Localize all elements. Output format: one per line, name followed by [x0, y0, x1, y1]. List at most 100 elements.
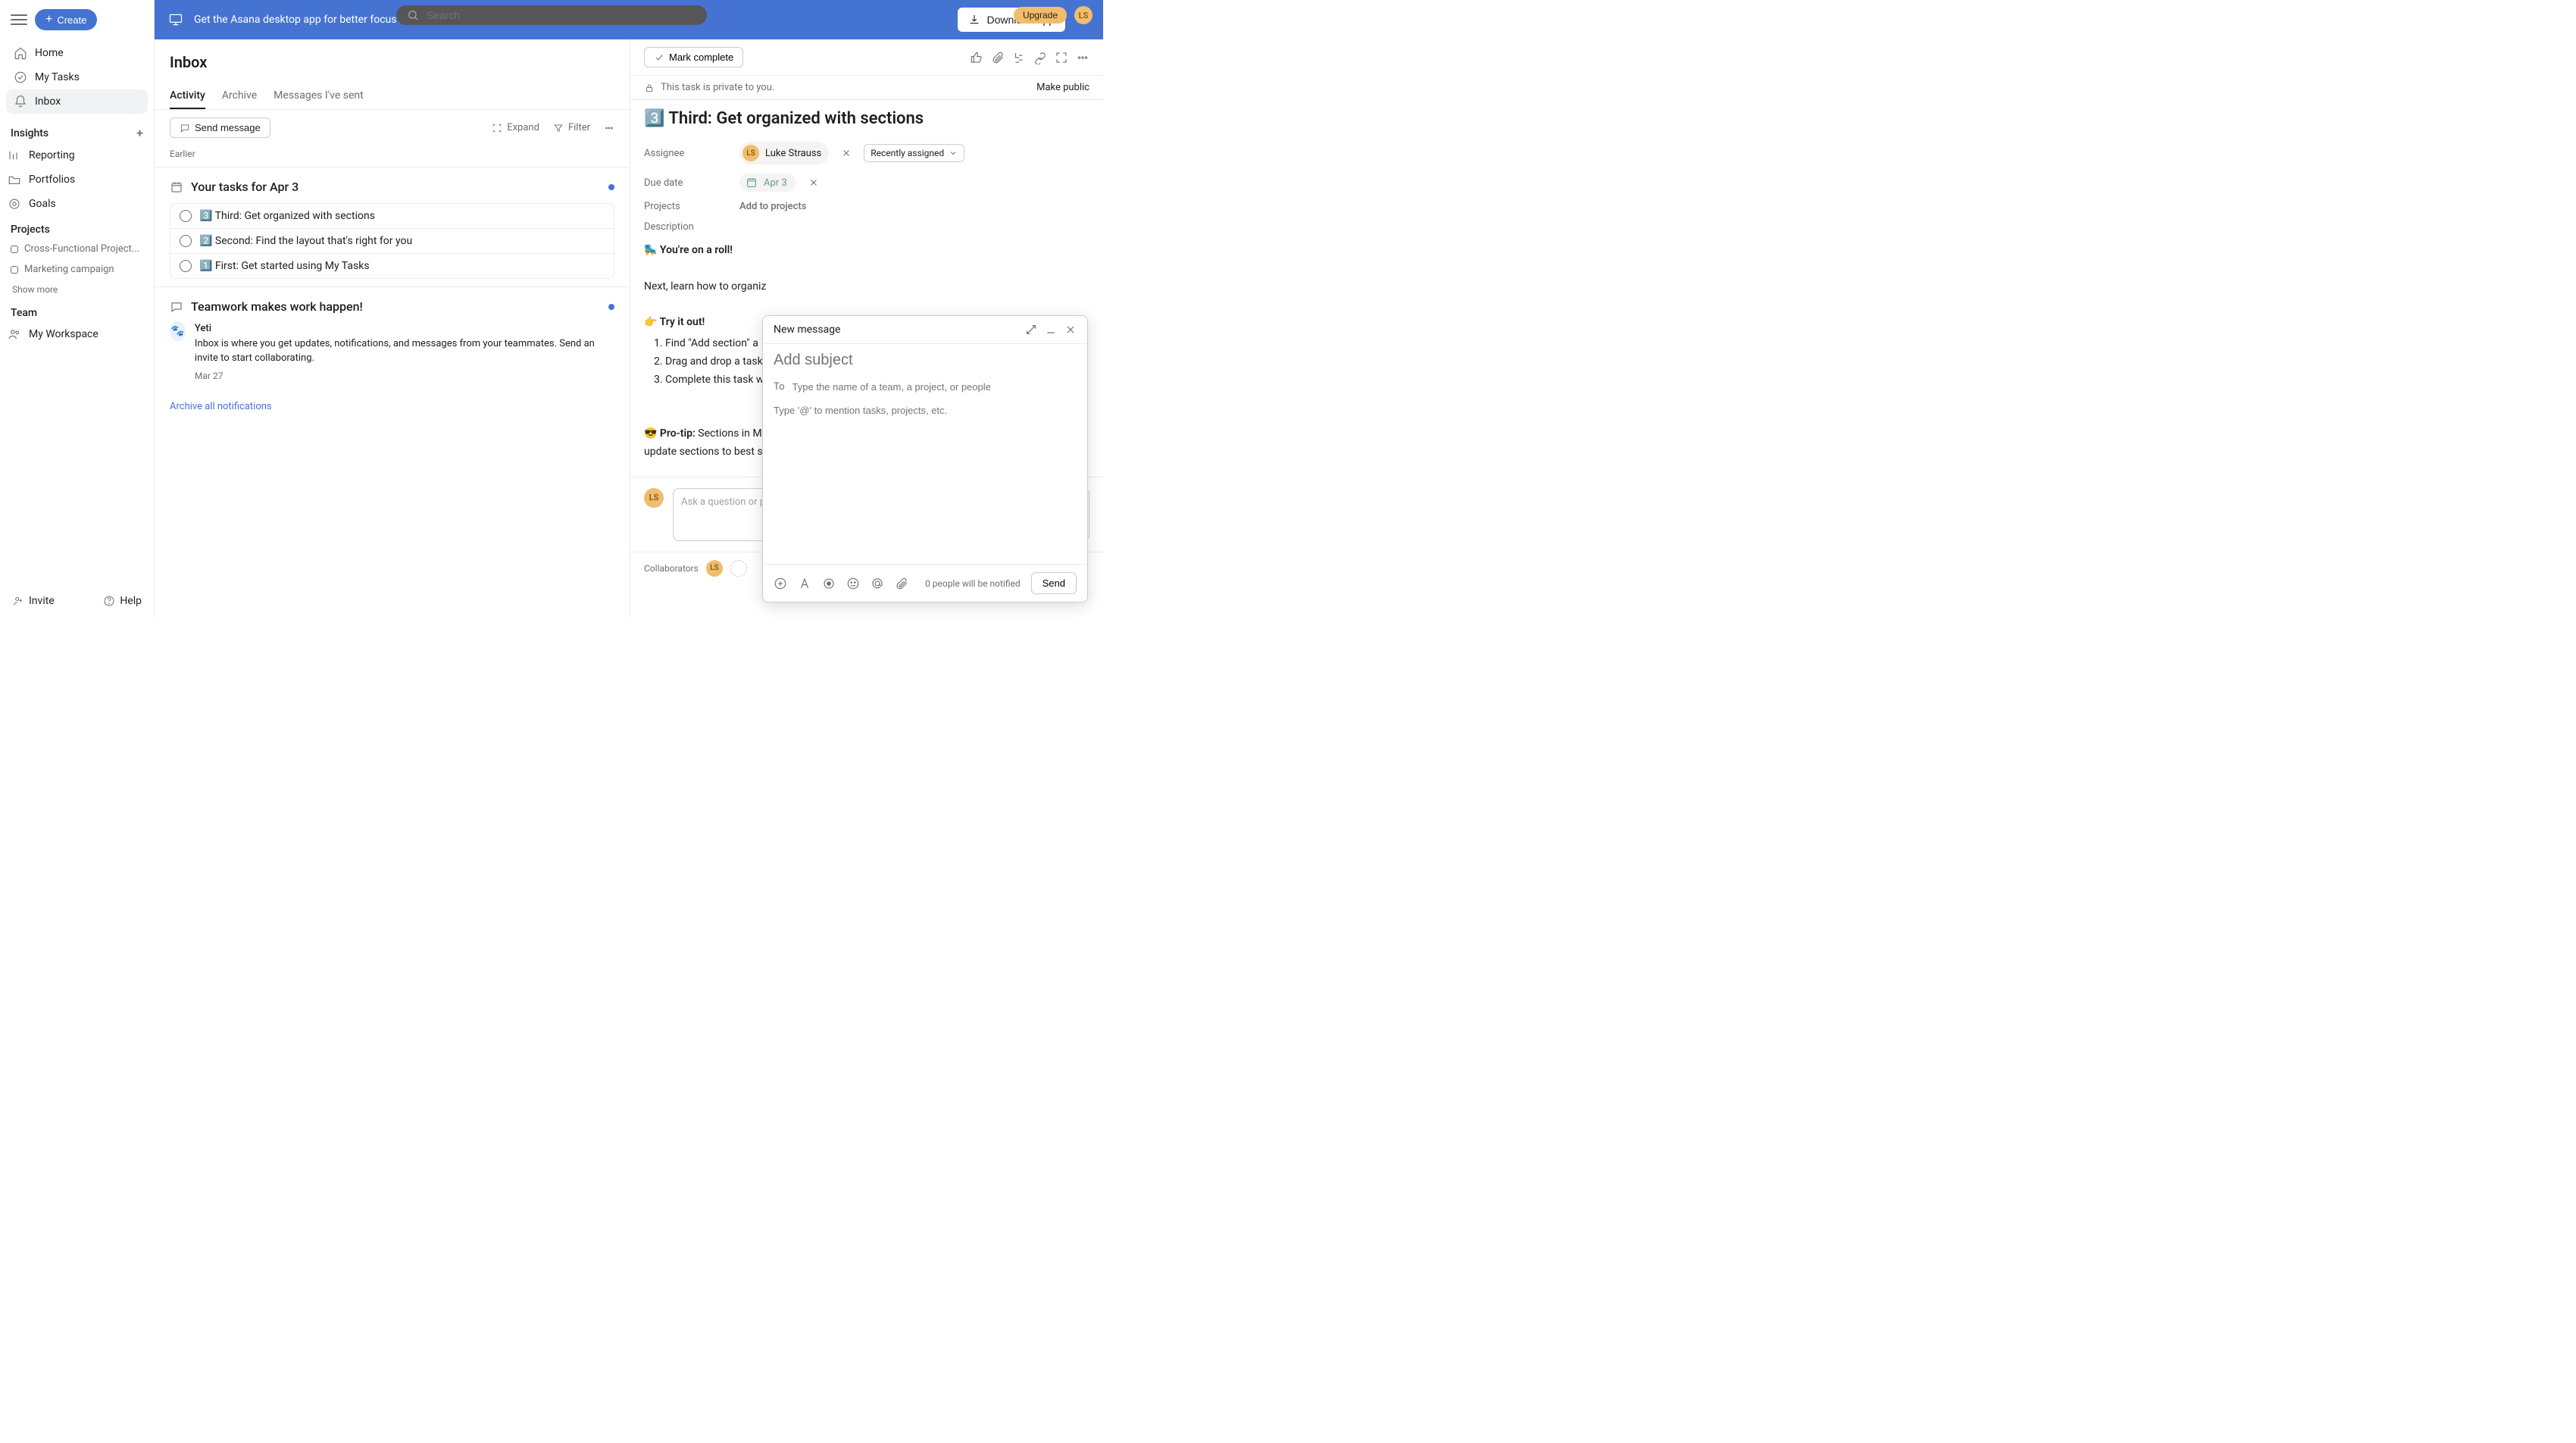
expand-button[interactable]: Expand: [492, 122, 539, 133]
project-item-0[interactable]: Cross-Functional Project...: [0, 239, 154, 259]
check-icon[interactable]: [180, 260, 192, 272]
unread-dot: [608, 184, 614, 190]
help-button[interactable]: Help: [103, 595, 142, 607]
make-public-button[interactable]: Make public: [1036, 82, 1089, 93]
main: Upgrade LS Get the Asana desktop app for…: [155, 0, 1103, 618]
attach-icon[interactable]: [895, 577, 908, 590]
insert-icon[interactable]: [774, 577, 787, 590]
nav-workspace[interactable]: My Workspace: [0, 322, 154, 346]
project-item-1[interactable]: Marketing campaign: [0, 259, 154, 280]
download-icon: [968, 14, 980, 26]
show-more[interactable]: Show more: [0, 280, 154, 299]
inbox-group-teamwork: Teamwork makes work happen! 🐾 Yeti Inbox…: [155, 286, 630, 390]
plus-icon[interactable]: +: [136, 126, 143, 140]
privacy-row: This task is private to you. Make public: [630, 76, 1103, 100]
message-date: Mar 27: [195, 369, 614, 383]
message-icon: [180, 123, 190, 133]
target-icon: [8, 197, 21, 211]
mention-icon[interactable]: [871, 577, 884, 590]
add-collaborator-button[interactable]: [730, 560, 747, 577]
to-input[interactable]: [792, 381, 1077, 393]
earlier-label: Earlier: [155, 146, 630, 167]
plus-icon: +: [45, 14, 52, 26]
upgrade-button[interactable]: Upgrade: [1014, 7, 1067, 23]
nav-home[interactable]: Home: [6, 41, 148, 65]
insights-header[interactable]: Insights +: [0, 118, 154, 143]
search-input[interactable]: [427, 9, 696, 21]
close-popup-icon[interactable]: [1064, 324, 1077, 336]
project-color-icon: [11, 246, 18, 253]
team-header[interactable]: Team: [0, 299, 154, 322]
due-label: Due date: [644, 177, 727, 189]
minimize-popup-icon[interactable]: [1045, 324, 1057, 336]
collaborator-avatar[interactable]: LS: [706, 560, 723, 577]
nav-reporting[interactable]: Reporting: [0, 143, 154, 167]
add-to-projects-button[interactable]: Add to projects: [739, 201, 806, 212]
calendar-icon: [746, 177, 758, 189]
folder-icon: [8, 173, 21, 186]
subject-input[interactable]: [763, 344, 1087, 377]
user-avatar[interactable]: LS: [1074, 6, 1093, 24]
clear-date-icon[interactable]: [808, 177, 819, 188]
nav-mytasks[interactable]: My Tasks: [6, 65, 148, 89]
check-icon[interactable]: [180, 210, 192, 222]
search-box[interactable]: [396, 5, 707, 25]
check-circle-icon: [14, 70, 27, 84]
sidebar: + Create Home My Tasks Inbox Insights + …: [0, 0, 155, 618]
tab-archive[interactable]: Archive: [222, 83, 257, 109]
more-icon[interactable]: [604, 123, 614, 133]
recently-assigned-dropdown[interactable]: Recently assigned: [864, 144, 964, 162]
fullscreen-icon[interactable]: [1055, 51, 1068, 64]
new-message-popup: New message To: [762, 315, 1088, 603]
assignee-chip[interactable]: LS Luke Strauss: [739, 142, 829, 164]
attachment-icon[interactable]: [991, 51, 1005, 64]
due-date-chip[interactable]: Apr 3: [739, 174, 796, 192]
task-row[interactable]: 1️⃣ First: Get started using My Tasks: [170, 254, 614, 278]
record-icon[interactable]: [822, 577, 836, 590]
message-body: Inbox is where you get updates, notifica…: [195, 336, 614, 366]
check-icon[interactable]: [180, 235, 192, 247]
nav-inbox[interactable]: Inbox: [6, 89, 148, 114]
send-button[interactable]: Send: [1031, 572, 1077, 594]
to-label: To: [774, 381, 785, 393]
invite-button[interactable]: Invite: [12, 595, 55, 607]
popup-title: New message: [774, 324, 1018, 336]
inbox-group-tasks: Your tasks for Apr 3 3️⃣ Third: Get orga…: [155, 167, 630, 286]
subtask-icon[interactable]: [1012, 51, 1026, 64]
calendar-icon: [170, 180, 183, 194]
chevron-down-icon: [949, 149, 958, 158]
mark-complete-button[interactable]: Mark complete: [644, 47, 743, 67]
task-row[interactable]: 2️⃣ Second: Find the layout that's right…: [170, 229, 614, 254]
like-icon[interactable]: [970, 51, 983, 64]
emoji-icon[interactable]: [846, 577, 860, 590]
task-detail-panel: Mark complete This task is private to yo…: [630, 39, 1103, 618]
clear-assignee-icon[interactable]: [841, 148, 852, 158]
assignee-avatar: LS: [742, 145, 759, 161]
task-row[interactable]: 3️⃣ Third: Get organized with sections: [170, 204, 614, 229]
group-title: Your tasks for Apr 3: [191, 180, 299, 194]
create-button[interactable]: + Create: [35, 9, 97, 30]
nav-portfolios[interactable]: Portfolios: [0, 167, 154, 192]
notify-text: 0 people will be notified: [925, 578, 1021, 589]
menu-icon[interactable]: [11, 11, 27, 28]
filter-button[interactable]: Filter: [553, 122, 590, 133]
tab-messages-sent[interactable]: Messages I've sent: [274, 83, 364, 109]
expand-popup-icon[interactable]: [1025, 324, 1037, 336]
archive-all-link[interactable]: Archive all notifications: [155, 390, 630, 423]
projects-label: Projects: [644, 201, 727, 212]
more-icon[interactable]: [1076, 51, 1089, 64]
author-name: Yeti: [195, 321, 614, 336]
body-input[interactable]: [774, 405, 1077, 416]
send-message-button[interactable]: Send message: [170, 117, 270, 138]
home-icon: [14, 46, 27, 60]
nav-goals[interactable]: Goals: [0, 192, 154, 216]
task-title[interactable]: 3️⃣ Third: Get organized with sections: [630, 100, 1103, 137]
format-icon[interactable]: [798, 577, 811, 590]
unread-dot: [608, 304, 614, 310]
search-icon: [407, 9, 419, 21]
link-icon[interactable]: [1033, 51, 1047, 64]
projects-header[interactable]: Projects: [0, 216, 154, 239]
collaborators-label: Collaborators: [644, 563, 699, 574]
tab-activity[interactable]: Activity: [170, 83, 205, 109]
yeti-avatar: 🐾: [170, 321, 186, 341]
